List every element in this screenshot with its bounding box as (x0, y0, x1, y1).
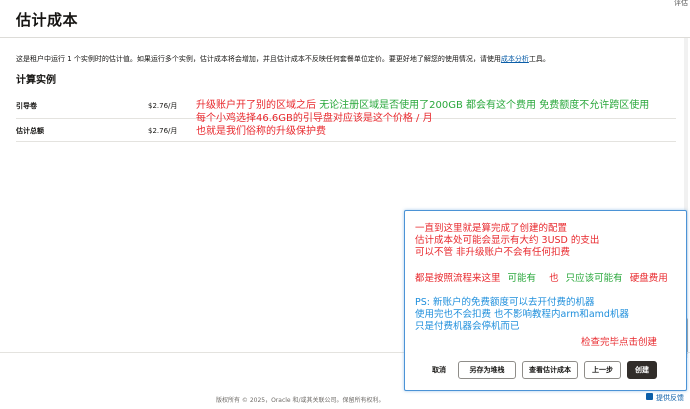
overlay-line-4-b: 可能有 (507, 273, 537, 284)
overlay-line-4: 都是按照流程来这里 可能有 也 只应该可能有 硬盘费用 (415, 273, 668, 284)
copyright-text: 版权所有 © 2025，Oracle 和/或其关联公司。保留所有权利。 (216, 397, 385, 404)
overlay-line-4-e: 硬盘费用 (629, 273, 668, 284)
overlay-line-4-a: 都是按照流程来这里 (415, 273, 501, 284)
cost-analysis-link[interactable]: 成本分析 (501, 55, 529, 63)
description: 这是租户中运行 1 个实例时的估计值。如果运行多个实例，估计成本将会增加，并且估… (16, 54, 676, 64)
description-text-end: 工具。 (528, 55, 550, 63)
annotation-line-1: 升级账户开了别的区域之后 无论注册区域是否使用了200GB 都会有这个费用 免费… (196, 100, 649, 112)
overlay-line-1: 一直到这里就是算完成了创建的配置 (415, 223, 568, 234)
overlay-line-2: 估计成本处可能会显示有大约 3USD 的支出 (415, 235, 600, 246)
overlay-line-4-c: 也 (549, 273, 559, 284)
overlay-line-8: 检查完毕点击创建 (581, 337, 658, 348)
page-header: 估计成本 评估 (0, 0, 690, 38)
page-title: 估计成本 (16, 11, 79, 29)
section-title: 计算实例 (16, 75, 56, 86)
overlay-line-5: PS: 新账户的免费额度可以去开付费的机器 (415, 297, 595, 308)
overlay-line-6: 使用完也不会扣费 也不影响教程内arm和amd机器 (415, 309, 629, 320)
annotation-line-3: 也就是我们俗称的升级保护费 (196, 126, 326, 137)
feedback-link[interactable]: 提供反馈 (656, 393, 684, 403)
annotation-green-text: 无论注册区域是否使用了200GB 都会有这个费用 免费额度不允许跨区使用 (319, 100, 650, 111)
overlay-line-3: 可以不管 非升级账户不会有任何扣费 (415, 247, 571, 258)
estimated-total-price: $2.76/月 (148, 127, 178, 135)
annotation-red-text: 升级账户开了别的区域之后 (196, 100, 316, 111)
top-help-text[interactable]: 评估 (674, 0, 688, 7)
save-as-stack-button[interactable]: 另存为堆栈 (458, 361, 516, 379)
boot-volume-label: 引导卷 (16, 102, 37, 110)
row-divider (16, 141, 676, 142)
feedback-icon[interactable] (646, 393, 653, 400)
annotation-line-2: 每个小鸡选择46.6GB的引导盘对应该是这个价格 / 月 (196, 113, 433, 124)
previous-button[interactable]: 上一步 (584, 361, 621, 379)
estimated-total-label: 估计总额 (16, 127, 44, 135)
overlay-line-4-d: 只应该可能有 (565, 273, 623, 284)
cancel-button[interactable]: 取消 (424, 361, 454, 379)
description-text: 这是租户中运行 1 个实例时的估计值。如果运行多个实例，估计成本将会增加，并且估… (16, 55, 501, 63)
view-estimated-cost-button[interactable]: 查看估计成本 (522, 361, 578, 379)
overlay-line-7: 只是付费机器会停机而已 (415, 321, 520, 332)
create-button[interactable]: 创建 (627, 361, 657, 379)
boot-volume-price: $2.76/月 (148, 102, 178, 110)
